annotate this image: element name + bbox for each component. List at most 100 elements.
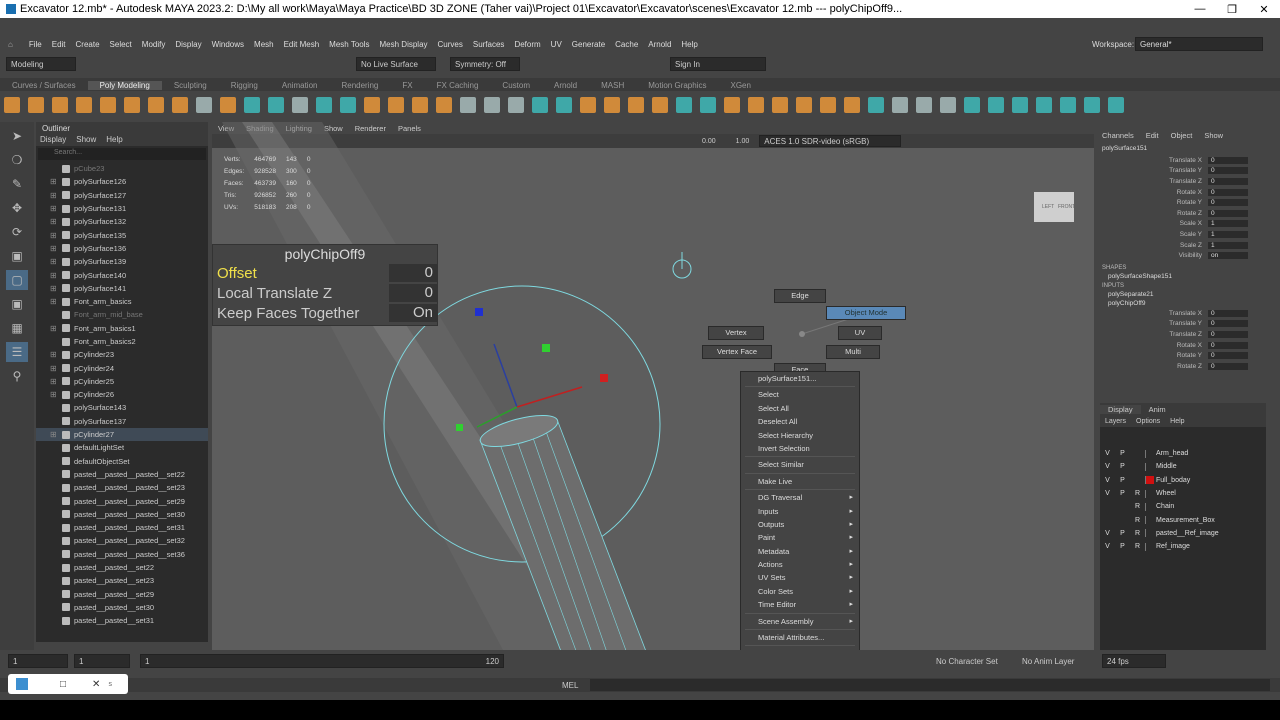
expand-icon[interactable]: ⊞ [50, 364, 58, 373]
layer-toggle-v[interactable]: V [1100, 543, 1115, 550]
layout-persp-icon[interactable]: ▣ [6, 294, 28, 314]
menu-surfaces[interactable]: Surfaces [473, 40, 505, 49]
shelf-tool-3-icon[interactable] [52, 97, 68, 113]
menu-edit[interactable]: Edit [52, 40, 66, 49]
menu-generate[interactable]: Generate [572, 40, 605, 49]
expand-icon[interactable]: ⊞ [50, 284, 58, 293]
menu-curves[interactable]: Curves [438, 40, 463, 49]
layer-row[interactable]: V P Full_boday [1100, 474, 1266, 487]
layout-outliner-icon[interactable]: ☰ [6, 342, 28, 362]
shelf-tool-41-icon[interactable] [964, 97, 980, 113]
shelf-tool-13-icon[interactable] [292, 97, 308, 113]
layer-toggle-p[interactable]: P [1115, 477, 1130, 484]
layer-row[interactable]: R Measurement_Box [1100, 513, 1266, 526]
attr-value[interactable]: 1 [1208, 241, 1248, 249]
shelf-tab-xgen[interactable]: XGen [718, 81, 762, 90]
channel-attr-row[interactable]: Rotate Y 0 [1096, 197, 1280, 208]
menu-mesh[interactable]: Mesh [254, 40, 274, 49]
outliner-item[interactable]: ⊞ Font_arm_basics [36, 295, 208, 308]
shelf-tool-24-icon[interactable] [556, 97, 572, 113]
outliner-item[interactable]: ⊞ polySurface135 [36, 228, 208, 241]
layer-toggle-v[interactable]: V [1100, 450, 1115, 457]
outliner-item[interactable]: pasted__pasted__pasted__set32 [36, 534, 208, 547]
layer-tab-display[interactable]: Display [1100, 404, 1141, 414]
shelf-tool-9-icon[interactable] [196, 97, 212, 113]
channel-object[interactable]: polySurface151 [1096, 142, 1280, 155]
expand-icon[interactable]: ⊞ [50, 377, 58, 386]
outliner-item[interactable]: ⊞ polySurface131 [36, 202, 208, 215]
menu-uv[interactable]: UV [551, 40, 562, 49]
attr-value[interactable]: 0 [1208, 188, 1248, 196]
expand-icon[interactable]: ⊞ [50, 430, 58, 439]
layer-row[interactable]: V P R Ref_image [1100, 540, 1266, 553]
layer-row[interactable]: V P Rpasted__Ref_image [1100, 527, 1266, 540]
context-item[interactable]: Deselect All [741, 415, 859, 428]
shelf-tool-4-icon[interactable] [76, 97, 92, 113]
menu-windows[interactable]: Windows [212, 40, 244, 49]
context-item[interactable]: Metadata ▸ [741, 545, 859, 558]
shelf-tool-36-icon[interactable] [844, 97, 860, 113]
outliner-search[interactable]: Search... [38, 148, 206, 160]
shelf-tool-17-icon[interactable] [388, 97, 404, 113]
menu-mesh-display[interactable]: Mesh Display [380, 40, 428, 49]
channel-attr-row[interactable]: Translate Y 0 [1096, 319, 1280, 330]
mm-uv[interactable]: UV [838, 326, 882, 340]
channel-attr-row[interactable]: Scale Y 1 [1096, 229, 1280, 240]
shelf-tab-arnold[interactable]: Arnold [542, 81, 589, 90]
shelf-tab-custom[interactable]: Custom [490, 81, 542, 90]
menu-select[interactable]: Select [110, 40, 132, 49]
layer-toggle-p[interactable]: P [1115, 463, 1130, 470]
context-item[interactable]: Select [741, 388, 859, 401]
shelf-tab-mash[interactable]: MASH [589, 81, 636, 90]
context-item[interactable]: polySurface151... [741, 372, 859, 385]
outliner-item[interactable]: polySurface137 [36, 415, 208, 428]
context-item[interactable]: Outputs ▸ [741, 518, 859, 531]
layer-toggle-r[interactable]: R [1130, 530, 1145, 537]
shelf-tool-10-icon[interactable] [220, 97, 236, 113]
search-icon[interactable]: ⚲ [6, 366, 28, 386]
shelf-tab-rendering[interactable]: Rendering [329, 81, 390, 90]
layer-toggle-p[interactable]: P [1115, 543, 1130, 550]
outliner-item[interactable]: ⊞ polySurface126 [36, 175, 208, 188]
channel-attr-row[interactable]: Rotate X 0 [1096, 187, 1280, 198]
outliner-item[interactable]: Font_arm_mid_base [36, 308, 208, 321]
channel-attr-row[interactable]: Visibility on [1096, 250, 1280, 261]
layer-toggle-v[interactable]: V [1100, 463, 1115, 470]
shelf-tool-14-icon[interactable] [316, 97, 332, 113]
expand-icon[interactable]: ⊞ [50, 297, 58, 306]
shelf-tab-curves-surfaces[interactable]: Curves / Surfaces [0, 81, 88, 90]
shelf-tool-23-icon[interactable] [532, 97, 548, 113]
context-item[interactable]: Actions ▸ [741, 558, 859, 571]
shelf-tab-sculpting[interactable]: Sculpting [162, 81, 219, 90]
shelf-tool-5-icon[interactable] [100, 97, 116, 113]
shelf-tool-42-icon[interactable] [988, 97, 1004, 113]
layer-color-swatch[interactable] [1145, 449, 1154, 458]
attr-value[interactable]: 0 [1208, 209, 1248, 217]
paint-select-icon[interactable]: ✎ [6, 174, 28, 194]
move-tool-icon[interactable]: ✥ [6, 198, 28, 218]
outliner-item[interactable]: pasted__pasted__set31 [36, 614, 208, 627]
layer-menu-help[interactable]: Help [1165, 418, 1189, 425]
shelf-tool-46-icon[interactable] [1084, 97, 1100, 113]
input-node-separate[interactable]: polySeparate21 [1096, 290, 1280, 299]
shelf-tool-47-icon[interactable] [1108, 97, 1124, 113]
layer-toggle-r[interactable]: R [1130, 517, 1145, 524]
shelf-tab-rigging[interactable]: Rigging [219, 81, 270, 90]
shelf-tool-12-icon[interactable] [268, 97, 284, 113]
menu-modify[interactable]: Modify [142, 40, 166, 49]
shelf-tool-16-icon[interactable] [364, 97, 380, 113]
shelf-tool-18-icon[interactable] [412, 97, 428, 113]
attr-value[interactable]: 0 [1208, 156, 1248, 164]
shelf-tool-25-icon[interactable] [580, 97, 596, 113]
mode-dropdown[interactable]: Modeling [6, 57, 76, 71]
menu-cache[interactable]: Cache [615, 40, 638, 49]
no-anim-layer[interactable]: No Anim Layer [1022, 657, 1074, 666]
layer-menu-options[interactable]: Options [1131, 418, 1165, 425]
channel-attr-row[interactable]: Translate Z 0 [1096, 329, 1280, 340]
context-item[interactable]: Make Live [741, 475, 859, 488]
shelf-tool-38-icon[interactable] [892, 97, 908, 113]
channel-attr-row[interactable]: Translate X 0 [1096, 155, 1280, 166]
layout-four-icon[interactable]: ▦ [6, 318, 28, 338]
menu-create[interactable]: Create [76, 40, 100, 49]
channel-attr-row[interactable]: Scale X 1 [1096, 219, 1280, 230]
